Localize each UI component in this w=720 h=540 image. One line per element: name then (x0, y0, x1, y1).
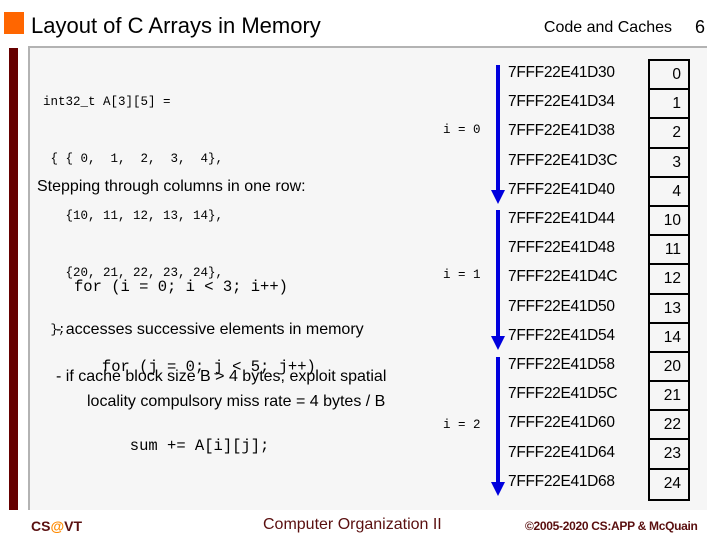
memory-address: 7FFF22E41D4C (508, 268, 618, 286)
memory-address: 7FFF22E41D58 (508, 356, 615, 373)
memory-address: 7FFF22E41D5C (508, 385, 618, 403)
memory-cell-value: 1 (650, 90, 688, 120)
down-arrow-icon (491, 210, 505, 350)
memory-cell-value: 12 (650, 265, 688, 295)
memory-address: 7FFF22E41D64 (508, 443, 615, 461)
memory-cell-value: 14 (650, 324, 688, 353)
footer-course-name: Computer Organization II (263, 516, 442, 533)
memory-cell-value: 0 (650, 61, 688, 91)
memory-address: 7FFF22E41D50 (508, 297, 615, 315)
memory-address: 7FFF22E41D44 (508, 210, 615, 227)
memory-cell-value: 10 (650, 207, 688, 237)
memory-cell-value: 22 (650, 411, 688, 441)
footer-org-at: @ (50, 518, 65, 534)
memory-address: 7FFF22E41D38 (508, 122, 615, 140)
memory-cell-value: 20 (650, 353, 688, 383)
memory-cell-value: 4 (650, 178, 688, 207)
memory-address: 7FFF22E41D34 (508, 93, 615, 111)
memory-cells: 0 1 2 3 4 10 11 12 13 14 20 21 22 23 24 (648, 59, 690, 501)
footer-org-vt: VT (64, 518, 82, 534)
memory-address: 7FFF22E41D48 (508, 239, 615, 257)
memory-address: 7FFF22E41D40 (508, 180, 615, 198)
memory-address: 7FFF22E41D60 (508, 414, 615, 432)
memory-address: 7FFF22E41D68 (508, 472, 615, 490)
memory-address: 7FFF22E41D54 (508, 326, 615, 344)
memory-cell-value: 2 (650, 119, 688, 149)
memory-cell-value: 21 (650, 382, 688, 412)
memory-cell-value: 13 (650, 295, 688, 324)
footer-org-logo: CS@VT (31, 518, 82, 534)
memory-address: 7FFF22E41D3C (508, 151, 618, 169)
memory-cell-value: 11 (650, 236, 688, 266)
down-arrow-icon (491, 65, 505, 204)
footer-org-cs: CS (31, 518, 51, 534)
memory-cell-value: 24 (663, 474, 681, 492)
memory-cell-value: 3 (650, 149, 688, 178)
memory-address: 7FFF22E41D30 (508, 64, 615, 81)
memory-cell-value: 23 (650, 440, 688, 470)
down-arrow-icon (491, 357, 505, 496)
footer-copyright: ©2005-2020 CS:APP & McQuain (525, 519, 698, 533)
